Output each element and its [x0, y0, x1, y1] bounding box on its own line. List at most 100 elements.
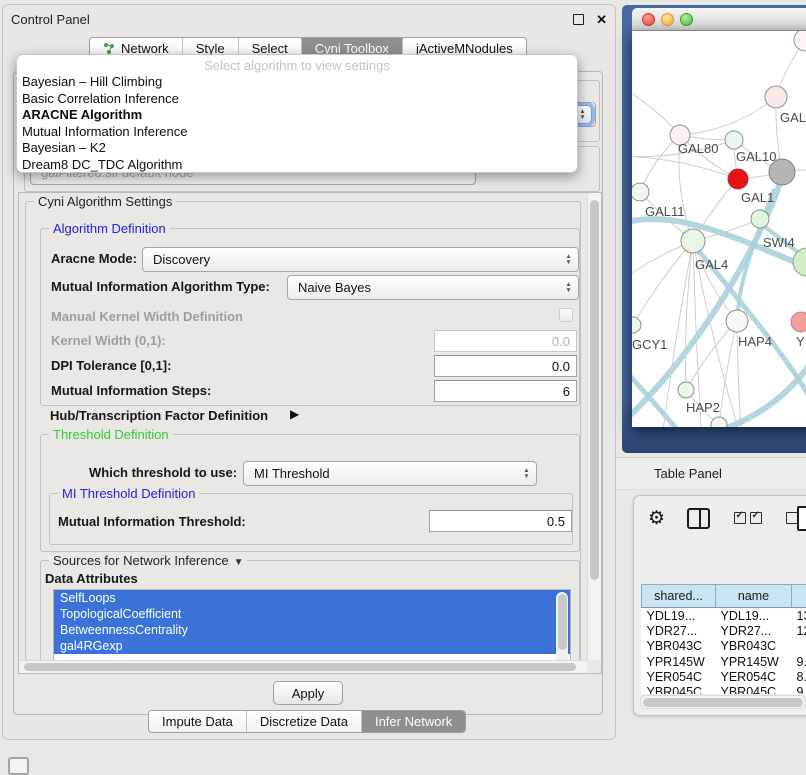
- control-panel-titlebar: Control Panel ✕: [3, 5, 615, 33]
- mi-threshold-field[interactable]: 0.5: [429, 510, 572, 532]
- dock-corner-icon[interactable]: [8, 757, 29, 775]
- table-cell: [792, 639, 806, 654]
- aracne-mode-combo[interactable]: Discovery ▲▼: [142, 247, 579, 272]
- select-all-icon[interactable]: [734, 512, 762, 524]
- algorithm-option[interactable]: Bayesian – K2: [17, 140, 577, 157]
- tab-impute-data[interactable]: Impute Data: [149, 711, 247, 732]
- network-node[interactable]: [751, 210, 769, 228]
- algorithm-option[interactable]: ARACNE Algorithm: [17, 107, 577, 124]
- gear-icon[interactable]: ⚙: [648, 507, 665, 530]
- algorithm-option[interactable]: Basic Correlation Inference: [17, 91, 577, 108]
- network-node[interactable]: [728, 169, 748, 189]
- network-node[interactable]: [725, 131, 743, 149]
- network-node[interactable]: [632, 317, 641, 333]
- node-label: SWI4: [763, 235, 795, 250]
- network-node[interactable]: [678, 382, 694, 398]
- network-view-window: GALGAL80GAL10GAL1GAL11SWI4GAL4HAP4YGCY1H…: [622, 5, 806, 453]
- attribute-option[interactable]: SelfLoops: [54, 590, 570, 606]
- aracne-mode-value: Discovery: [153, 252, 210, 267]
- table-cell: 8.: [792, 669, 806, 684]
- mi-type-combo[interactable]: Naive Bayes ▲▼: [287, 275, 579, 300]
- tab-discretize-data[interactable]: Discretize Data: [247, 711, 362, 732]
- sources-title: Sources for Network Inference ▼: [49, 553, 247, 568]
- network-node[interactable]: [726, 310, 748, 332]
- close-traffic-light-icon[interactable]: [642, 13, 655, 26]
- node-label: HAP2: [686, 400, 720, 415]
- algorithm-definition-group: Algorithm Definition Aracne Mode: Discov…: [40, 228, 580, 406]
- table-column-header[interactable]: name: [716, 585, 792, 608]
- network-node[interactable]: [632, 183, 649, 201]
- node-label: GAL80: [678, 141, 718, 156]
- network-node[interactable]: [794, 31, 806, 51]
- dpi-tolerance-field[interactable]: 0.0: [434, 355, 577, 377]
- table-row[interactable]: YPR145WYPR145W9.: [642, 654, 806, 669]
- minimize-traffic-light-icon[interactable]: [661, 13, 674, 26]
- table-row[interactable]: YDL19...YDL19...13: [642, 608, 806, 624]
- table-cell: 12: [792, 623, 806, 638]
- cyni-algorithm-settings-title: Cyni Algorithm Settings: [34, 194, 176, 209]
- table-panel-header: Table Panel: [616, 457, 806, 490]
- which-threshold-label: Which threshold to use:: [89, 465, 237, 480]
- table-column-header[interactable]: A: [792, 585, 806, 608]
- network-canvas[interactable]: GALGAL80GAL10GAL1GAL11SWI4GAL4HAP4YGCY1H…: [632, 31, 806, 427]
- threshold-definition-title: Threshold Definition: [49, 427, 173, 442]
- expand-arrow-icon[interactable]: ▶: [290, 407, 299, 421]
- network-window-titlebar[interactable]: [632, 8, 806, 31]
- attribute-option[interactable]: BetweennessCentrality: [54, 622, 570, 638]
- table-panel-window: ⚙ shared...nameA YDL19...YDL19...13YDR27…: [633, 495, 806, 716]
- which-threshold-value: MI Threshold: [254, 466, 330, 481]
- algorithm-dropdown-popup: Select algorithm to view settings Bayesi…: [16, 54, 578, 173]
- data-attributes-label: Data Attributes: [45, 571, 138, 586]
- export-table-icon[interactable]: [797, 506, 806, 531]
- apply-button[interactable]: Apply: [273, 681, 343, 705]
- algorithm-option[interactable]: Mutual Information Inference: [17, 124, 577, 141]
- manual-kernel-checkbox[interactable]: [559, 308, 573, 322]
- network-edge[interactable]: [680, 97, 776, 135]
- network-node[interactable]: [791, 312, 806, 332]
- network-edge-thick[interactable]: [632, 367, 684, 427]
- network-edge[interactable]: [633, 241, 693, 325]
- table-horizontal-scrollbar[interactable]: [640, 695, 806, 709]
- dpi-tolerance-label: DPI Tolerance [0,1]:: [51, 358, 171, 373]
- table-cell: 13: [792, 608, 806, 624]
- algorithm-option[interactable]: Dream8 DC_TDC Algorithm: [17, 157, 577, 174]
- mi-threshold-value: 0.5: [547, 514, 565, 529]
- which-threshold-combo[interactable]: MI Threshold ▲▼: [243, 461, 537, 486]
- table-cell: YBR043C: [642, 639, 716, 654]
- node-label: GCY1: [632, 337, 667, 352]
- algorithm-option[interactable]: Bayesian – Hill Climbing: [17, 74, 577, 91]
- dpi-tolerance-value: 0.0: [552, 359, 570, 374]
- node-label: GAL4: [695, 257, 728, 272]
- network-edge[interactable]: [719, 321, 737, 425]
- sources-title-text: Sources for Network Inference: [53, 553, 229, 568]
- table-column-header[interactable]: shared...: [642, 585, 716, 608]
- attribute-option[interactable]: gal4RGexp: [54, 638, 570, 654]
- table-cell: 9.: [792, 684, 806, 694]
- close-icon[interactable]: ✕: [596, 13, 607, 26]
- zoom-traffic-light-icon[interactable]: [680, 13, 693, 26]
- hub-definition-label: Hub/Transcription Factor Definition: [50, 408, 268, 423]
- network-node[interactable]: [711, 417, 727, 427]
- column-settings-icon[interactable]: [687, 508, 710, 529]
- table-row[interactable]: YDR27...YDR27...12: [642, 623, 806, 638]
- mi-steps-field[interactable]: 6: [434, 380, 577, 402]
- settings-horizontal-scrollbar[interactable]: [19, 660, 587, 673]
- table-row[interactable]: YBR045CYBR045C9.: [642, 684, 806, 694]
- kernel-width-field[interactable]: 0.0: [434, 330, 577, 352]
- mi-threshold-label: Mutual Information Threshold:: [58, 514, 246, 529]
- attribute-option[interactable]: TopologicalCoefficient: [54, 606, 570, 622]
- collapse-arrow-icon[interactable]: ▼: [234, 557, 244, 568]
- table-row[interactable]: YBR043CYBR043C: [642, 639, 806, 654]
- mi-steps-label: Mutual Information Steps:: [51, 383, 211, 398]
- table-row[interactable]: YER054CYER054C8.: [642, 669, 806, 684]
- network-node[interactable]: [681, 229, 705, 253]
- settings-vertical-scrollbar[interactable]: [587, 193, 601, 660]
- tab-infer-network[interactable]: Infer Network: [362, 711, 465, 732]
- table-cell: YPR145W: [642, 654, 716, 669]
- float-window-icon[interactable]: [573, 14, 584, 25]
- algorithm-definition-title: Algorithm Definition: [49, 221, 170, 236]
- network-node[interactable]: [765, 86, 787, 108]
- combo-stepper-icon: ▲▼: [561, 278, 576, 297]
- network-node[interactable]: [769, 159, 795, 185]
- combo-stepper-icon: ▲▼: [561, 250, 576, 269]
